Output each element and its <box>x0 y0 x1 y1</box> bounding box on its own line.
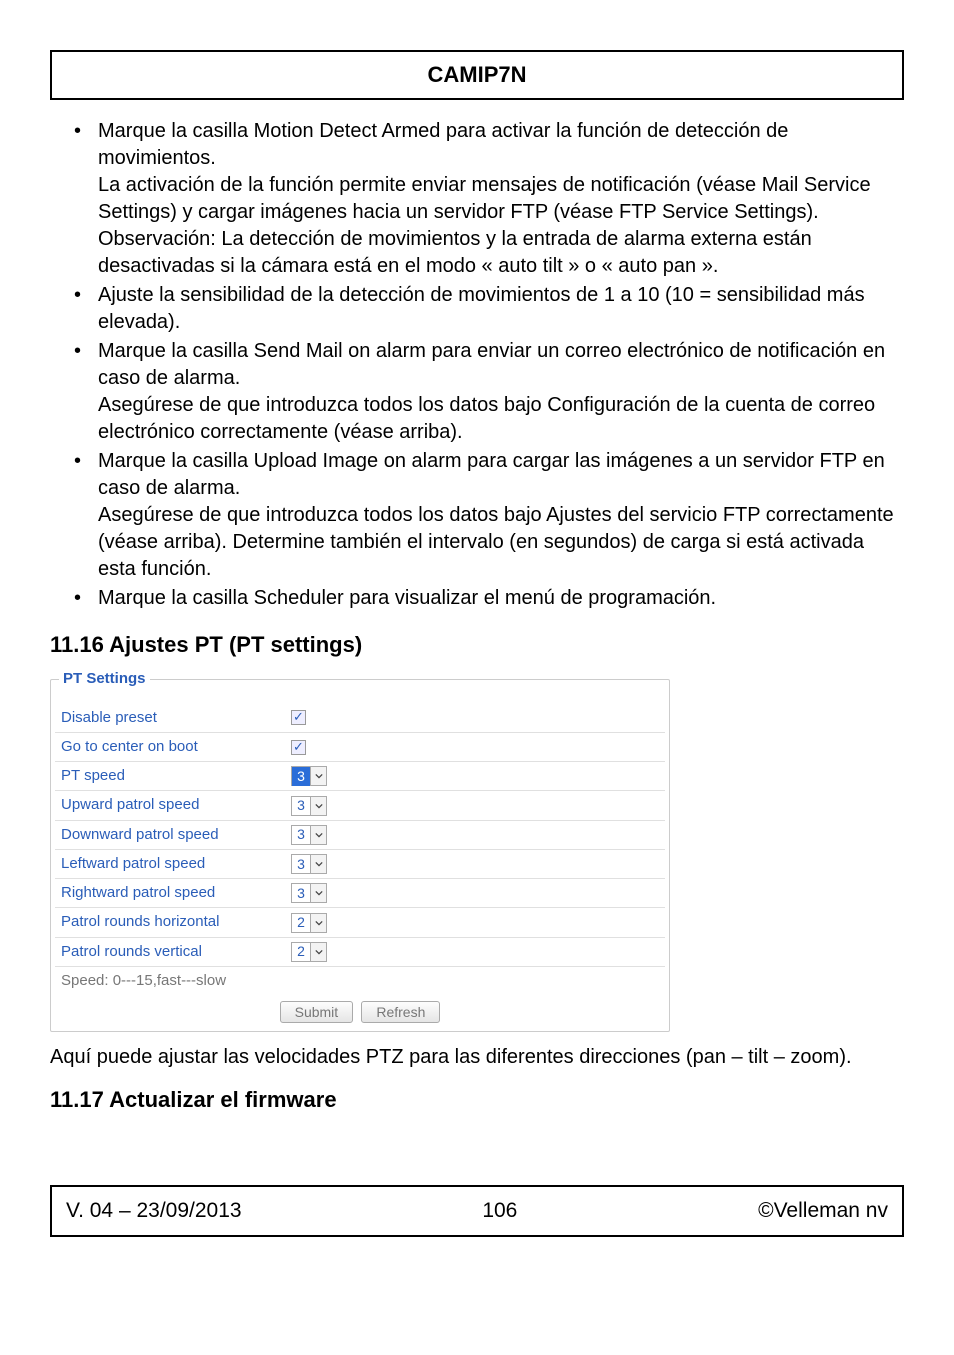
select-pt-speed[interactable]: 3 <box>291 766 327 786</box>
list-item: Marque la casilla Send Mail on alarm par… <box>98 338 904 446</box>
list-item: Marque la casilla Upload Image on alarm … <box>98 448 904 583</box>
pt-row-pt-speed: PT speed 3 <box>55 762 665 791</box>
pt-label: Patrol rounds vertical <box>61 942 291 962</box>
footer-center: 106 <box>482 1197 517 1225</box>
pt-label: Downward patrol speed <box>61 825 291 845</box>
chevron-down-icon <box>310 884 326 902</box>
pt-button-row: Submit Refresh <box>55 1001 665 1023</box>
submit-button[interactable]: Submit <box>280 1001 354 1023</box>
pt-row-go-center: Go to center on boot <box>55 733 665 762</box>
pt-label: Disable preset <box>61 708 291 728</box>
pt-label: Leftward patrol speed <box>61 854 291 874</box>
pt-label: Upward patrol speed <box>61 795 291 815</box>
page-footer: V. 04 – 23/09/2013 106 ©Velleman nv <box>50 1185 904 1237</box>
bullet-list: Marque la casilla Motion Detect Armed pa… <box>50 118 904 612</box>
list-item-text: Marque la casilla Send Mail on alarm par… <box>98 340 885 443</box>
pt-settings-fieldset: PT Settings Disable preset Go to center … <box>50 669 670 1032</box>
section-heading-11-16: 11.16 Ajustes PT (PT settings) <box>50 630 904 660</box>
page-header: CAMIP7N <box>50 50 904 100</box>
header-title: CAMIP7N <box>427 62 526 87</box>
chevron-down-icon <box>310 855 326 873</box>
pt-row-up-speed: Upward patrol speed 3 <box>55 791 665 820</box>
select-rounds-vertical[interactable]: 2 <box>291 942 327 962</box>
select-value: 3 <box>292 796 310 815</box>
list-item: Marque la casilla Motion Detect Armed pa… <box>98 118 904 280</box>
pt-speed-note: Speed: 0---15,fast---slow <box>61 971 226 991</box>
select-value: 2 <box>292 913 310 932</box>
pt-row-right-speed: Rightward patrol speed 3 <box>55 879 665 908</box>
checkbox-go-center[interactable] <box>291 740 306 755</box>
checkbox-disable-preset[interactable] <box>291 710 306 725</box>
chevron-down-icon <box>310 943 326 961</box>
list-item-text: Ajuste la sensibilidad de la detección d… <box>98 284 865 333</box>
pt-row-down-speed: Downward patrol speed 3 <box>55 821 665 850</box>
pt-settings-panel: PT Settings Disable preset Go to center … <box>50 669 670 1032</box>
pt-speed-note-row: Speed: 0---15,fast---slow <box>55 967 665 995</box>
list-item-text: Marque la casilla Motion Detect Armed pa… <box>98 120 871 277</box>
select-value: 3 <box>292 825 310 844</box>
list-item: Marque la casilla Scheduler para visuali… <box>98 585 904 612</box>
select-up-speed[interactable]: 3 <box>291 796 327 816</box>
select-down-speed[interactable]: 3 <box>291 825 327 845</box>
after-pt-text: Aquí puede ajustar las velocidades PTZ p… <box>50 1044 904 1071</box>
select-value: 3 <box>292 855 310 874</box>
chevron-down-icon <box>310 767 326 785</box>
refresh-button[interactable]: Refresh <box>361 1001 440 1023</box>
section-heading-11-17: 11.17 Actualizar el firmware <box>50 1085 904 1115</box>
pt-label: Patrol rounds horizontal <box>61 912 291 932</box>
select-value: 3 <box>292 767 310 786</box>
pt-label: PT speed <box>61 766 291 786</box>
chevron-down-icon <box>310 826 326 844</box>
select-left-speed[interactable]: 3 <box>291 854 327 874</box>
select-right-speed[interactable]: 3 <box>291 883 327 903</box>
pt-row-left-speed: Leftward patrol speed 3 <box>55 850 665 879</box>
select-value: 3 <box>292 884 310 903</box>
list-item: Ajuste la sensibilidad de la detección d… <box>98 282 904 336</box>
footer-left: V. 04 – 23/09/2013 <box>66 1197 242 1225</box>
select-value: 2 <box>292 942 310 961</box>
footer-right: ©Velleman nv <box>758 1197 888 1225</box>
pt-label: Rightward patrol speed <box>61 883 291 903</box>
pt-settings-legend: PT Settings <box>59 669 150 689</box>
pt-row-rounds-vertical: Patrol rounds vertical 2 <box>55 938 665 967</box>
chevron-down-icon <box>310 797 326 815</box>
pt-row-rounds-horizontal: Patrol rounds horizontal 2 <box>55 908 665 937</box>
list-item-text: Marque la casilla Scheduler para visuali… <box>98 587 716 609</box>
chevron-down-icon <box>310 914 326 932</box>
list-item-text: Marque la casilla Upload Image on alarm … <box>98 450 894 580</box>
select-rounds-horizontal[interactable]: 2 <box>291 913 327 933</box>
pt-label: Go to center on boot <box>61 737 291 757</box>
pt-row-disable-preset: Disable preset <box>55 704 665 733</box>
